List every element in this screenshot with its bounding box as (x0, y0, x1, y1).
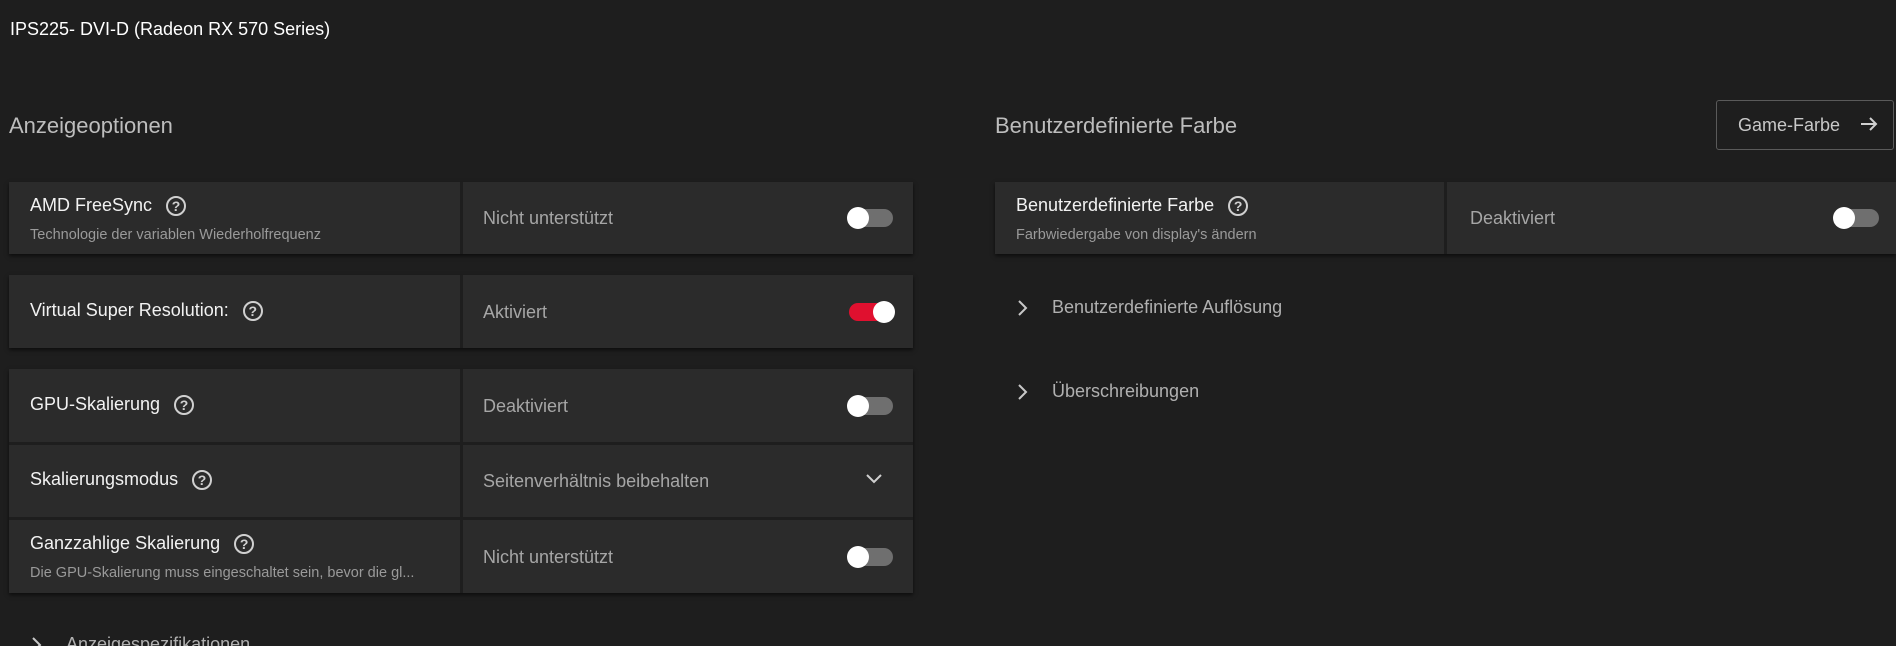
custom-resolution-label: Benutzerdefinierte Auflösung (1052, 297, 1283, 317)
display-specs-label: Anzeigespezifikationen (66, 634, 251, 646)
custom-color-row: Benutzerdefinierte Farbe ? Farbwiedergab… (995, 182, 1896, 254)
chevron-right-icon (1018, 299, 1028, 316)
custom-color-status: Deaktiviert (1470, 208, 1556, 228)
integer-scaling-label: Ganzzahlige Skalierung (30, 533, 221, 553)
help-icon[interactable]: ? (166, 195, 187, 216)
help-icon[interactable]: ? (174, 394, 195, 415)
chevron-right-icon (1018, 383, 1028, 400)
overrides-label: Überschreibungen (1052, 381, 1200, 401)
scaling-mode-label: Skalierungsmodus (30, 469, 179, 489)
overrides-expander[interactable]: Überschreibungen (1016, 381, 1199, 402)
integer-scaling-description: Die GPU-Skalierung muss eingeschaltet se… (30, 565, 415, 581)
help-icon[interactable]: ? (1228, 195, 1249, 216)
custom-color-description: Farbwiedergabe von display's ändern (1016, 227, 1257, 243)
custom-color-label: Benutzerdefinierte Farbe (1016, 195, 1215, 215)
freesync-row: AMD FreeSync ? Technologie der variablen… (9, 182, 913, 254)
vsr-status: Aktiviert (483, 302, 548, 322)
arrow-right-icon (1861, 117, 1878, 131)
help-icon[interactable]: ? (242, 300, 263, 321)
gpu-scaling-toggle[interactable] (847, 395, 893, 417)
section-title-custom-color: Benutzerdefinierte Farbe (995, 113, 1238, 138)
gpu-scaling-row: GPU-Skalierung ? Deaktiviert (9, 369, 913, 445)
help-icon[interactable]: ? (234, 533, 255, 554)
display-name-title: IPS225- DVI-D (Radeon RX 570 Series) (10, 19, 331, 39)
freesync-description: Technologie der variablen Wiederholfrequ… (30, 227, 321, 243)
chevron-down-icon[interactable] (865, 473, 883, 485)
custom-resolution-expander[interactable]: Benutzerdefinierte Auflösung (1016, 297, 1282, 318)
scaling-mode-row: Skalierungsmodus ? Seitenverhältnis beib… (9, 445, 913, 520)
scaling-mode-select[interactable]: Seitenverhältnis beibehalten (483, 471, 709, 492)
vsr-label: Virtual Super Resolution: (30, 300, 229, 320)
custom-color-toggle[interactable] (1833, 207, 1879, 229)
chevron-right-icon (32, 636, 42, 646)
gpu-scaling-status: Deaktiviert (483, 396, 569, 416)
freesync-label: AMD FreeSync (30, 195, 153, 215)
integer-scaling-row: Ganzzahlige Skalierung ? Die GPU-Skalier… (9, 520, 913, 593)
integer-scaling-toggle[interactable] (847, 546, 893, 568)
vsr-toggle[interactable] (849, 301, 895, 323)
game-color-button[interactable]: Game-Farbe (1716, 100, 1894, 150)
scaling-group: GPU-Skalierung ? Deaktiviert Skalierungs… (9, 369, 913, 593)
freesync-status: Nicht unterstützt (483, 208, 614, 228)
vsr-row: Virtual Super Resolution: ? Aktiviert (9, 275, 913, 348)
gpu-scaling-label: GPU-Skalierung (30, 394, 161, 414)
integer-scaling-status: Nicht unterstützt (483, 547, 614, 567)
settings-page: IPS225- DVI-D (Radeon RX 570 Series) Anz… (0, 0, 1896, 646)
section-title-display-options: Anzeigeoptionen (9, 113, 173, 138)
freesync-toggle[interactable] (847, 207, 893, 229)
game-color-label: Game-Farbe (1738, 114, 1841, 135)
display-specs-expander[interactable]: Anzeigespezifikationen (30, 634, 250, 646)
help-icon[interactable]: ? (192, 469, 213, 490)
